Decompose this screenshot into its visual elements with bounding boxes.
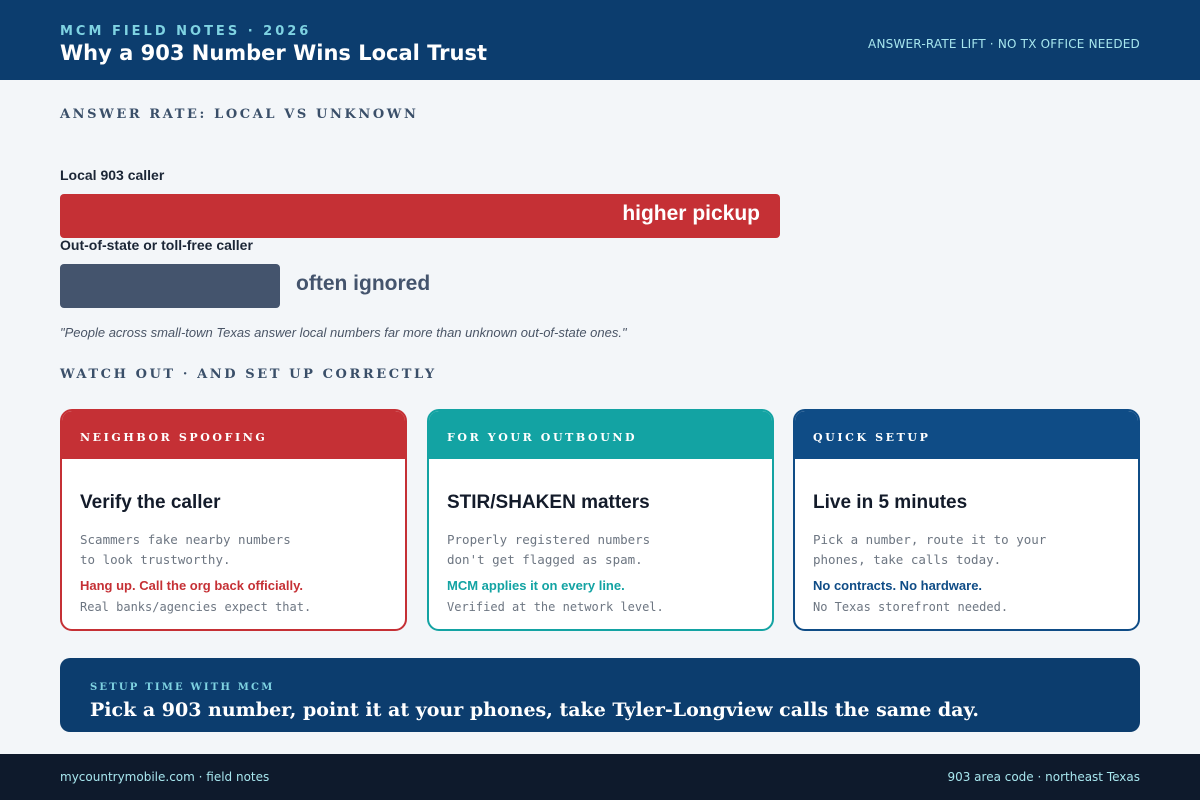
card-body: Pick a number, route it to your phones, … xyxy=(813,530,1113,570)
card-emphasis: MCM applies it on every line. xyxy=(447,578,625,593)
card-body-line: phones, take calls today. xyxy=(813,552,1002,567)
card-quick-setup: QUICK SETUP Live in 5 minutes Pick a num… xyxy=(793,409,1140,631)
card-footnote: Real banks/agencies expect that. xyxy=(80,600,312,614)
footer-site-link[interactable]: mycountrymobile.com · field notes xyxy=(60,770,269,784)
card-footnote: Verified at the network level. xyxy=(447,600,664,614)
card-body-line: don't get flagged as spam. xyxy=(447,552,643,567)
card-header: FOR YOUR OUTBOUND xyxy=(429,411,772,459)
card-body-line: Pick a number, route it to your xyxy=(813,532,1047,547)
answer-rate-quote: "People across small-town Texas answer l… xyxy=(60,325,627,340)
card-body: Scammers fake nearby numbers to look tru… xyxy=(80,530,380,570)
card-footnote: No Texas storefront needed. xyxy=(813,600,1009,614)
setup-banner: SETUP TIME WITH MCM Pick a 903 number, p… xyxy=(60,658,1140,732)
card-for-your-outbound: FOR YOUR OUTBOUND STIR/SHAKEN matters Pr… xyxy=(427,409,774,631)
page-footer: mycountrymobile.com · field notes 903 ar… xyxy=(0,754,1200,800)
card-emphasis: No contracts. No hardware. xyxy=(813,578,983,593)
unknown-caller-bar xyxy=(60,264,280,308)
footer-region: 903 area code · northeast Texas xyxy=(947,770,1140,784)
banner-kicker: SETUP TIME WITH MCM xyxy=(90,682,275,693)
page-title: Why a 903 Number Wins Local Trust xyxy=(60,41,488,65)
card-emphasis: Hang up. Call the org back officially. xyxy=(80,578,303,593)
answer-rate-heading: ANSWER RATE: LOCAL VS UNKNOWN xyxy=(60,107,419,122)
page-header: MCM FIELD NOTES · 2026 Why a 903 Number … xyxy=(0,0,1200,80)
card-body-line: Properly registered numbers xyxy=(447,532,651,547)
card-body-line: to look trustworthy. xyxy=(80,552,231,567)
local-caller-bar: higher pickup xyxy=(60,194,780,238)
card-title: Live in 5 minutes xyxy=(813,492,968,513)
card-header: NEIGHBOR SPOOFING xyxy=(62,411,405,459)
unknown-caller-bar-text: often ignored xyxy=(296,272,431,295)
card-body: Properly registered numbers don't get fl… xyxy=(447,530,747,570)
unknown-caller-label: Out-of-state or toll-free caller xyxy=(60,237,253,253)
local-caller-label: Local 903 caller xyxy=(60,167,165,183)
card-body-line: Scammers fake nearby numbers xyxy=(80,532,291,547)
card-title: STIR/SHAKEN matters xyxy=(447,492,650,513)
header-kicker: MCM FIELD NOTES · 2026 xyxy=(60,24,312,39)
banner-text: Pick a 903 number, point it at your phon… xyxy=(90,699,979,721)
card-header: QUICK SETUP xyxy=(795,411,1138,459)
header-tagline: ANSWER-RATE LIFT · NO TX OFFICE NEEDED xyxy=(868,37,1140,51)
card-title: Verify the caller xyxy=(80,492,221,513)
local-caller-bar-text: higher pickup xyxy=(622,202,760,225)
watch-out-heading: WATCH OUT · AND SET UP CORRECTLY xyxy=(60,367,437,382)
card-neighbor-spoofing: NEIGHBOR SPOOFING Verify the caller Scam… xyxy=(60,409,407,631)
